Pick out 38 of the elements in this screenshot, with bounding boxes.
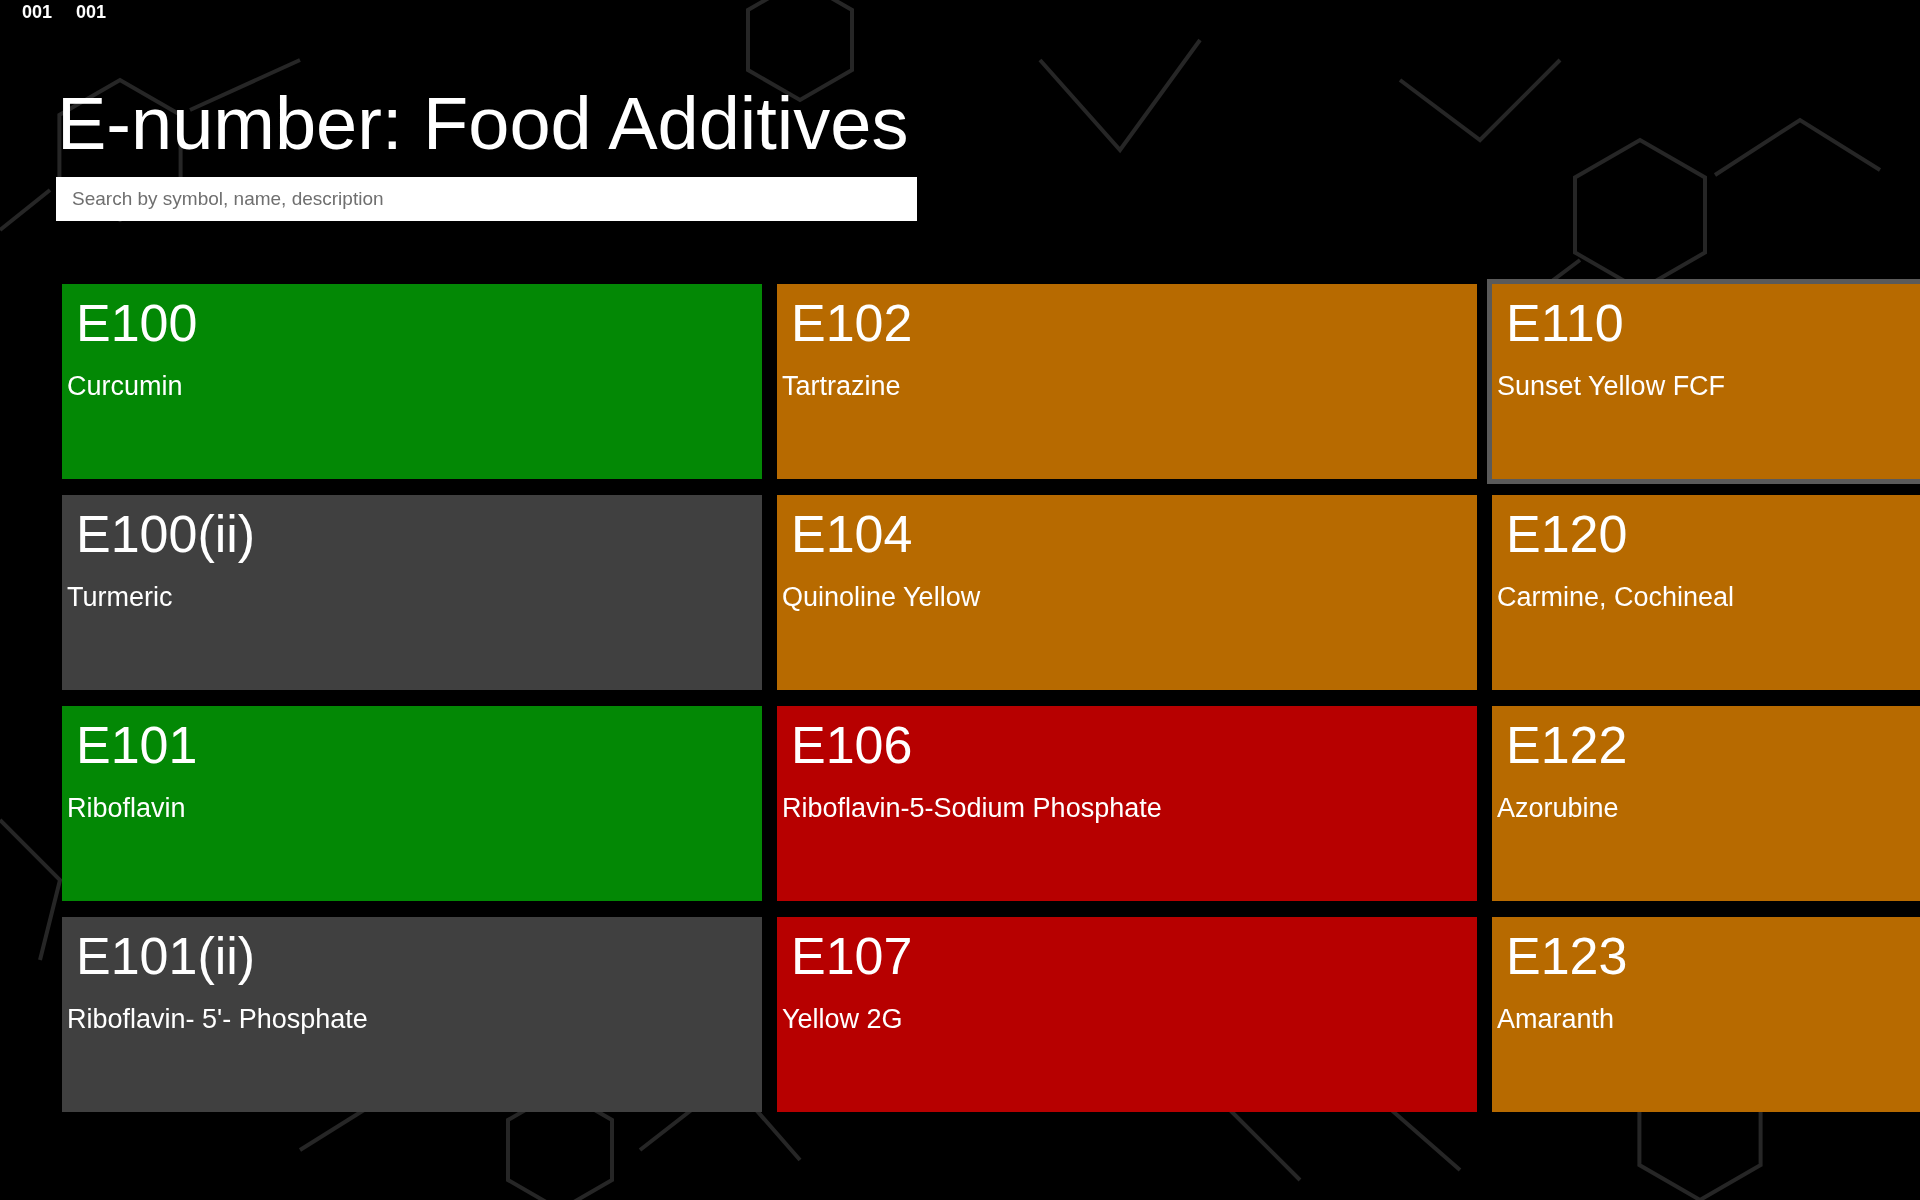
additive-name: Quinoline Yellow: [782, 584, 981, 611]
additive-name: Turmeric: [67, 584, 173, 611]
additive-tile[interactable]: E110 Sunset Yellow FCF: [1487, 279, 1920, 484]
e-number-code: E123: [1506, 930, 1628, 982]
additive-name: Yellow 2G: [782, 1006, 903, 1033]
search-field[interactable]: Search by symbol, name, description: [56, 177, 917, 221]
additive-tile[interactable]: E122 Azorubine: [1492, 706, 1920, 901]
e-number-code: E110: [1506, 297, 1624, 349]
page-title: E-number: Food Additives: [57, 87, 909, 161]
counter-text: 001: [76, 3, 107, 21]
additive-name: Riboflavin: [67, 795, 186, 822]
additive-tile[interactable]: E107 Yellow 2G: [777, 917, 1477, 1112]
additive-name: Tartrazine: [782, 373, 901, 400]
additive-tile[interactable]: E120 Carmine, Cochineal: [1492, 495, 1920, 690]
e-number-code: E104: [791, 508, 913, 560]
additive-name: Sunset Yellow FCF: [1497, 373, 1726, 400]
additive-name: Carmine, Cochineal: [1497, 584, 1735, 611]
e-number-code: E122: [1506, 719, 1628, 771]
e-number-code: E120: [1506, 508, 1628, 560]
additive-name: Riboflavin- 5'- Phosphate: [67, 1006, 368, 1033]
additive-tile[interactable]: E104 Quinoline Yellow: [777, 495, 1477, 690]
counter-text: 001: [22, 3, 53, 21]
e-number-code: E100: [76, 297, 198, 349]
additive-name: Amaranth: [1497, 1006, 1615, 1033]
additive-name: Azorubine: [1497, 795, 1619, 822]
e-number-code: E102: [791, 297, 913, 349]
additive-tile[interactable]: E100 Curcumin: [62, 284, 762, 479]
additive-tile[interactable]: E123 Amaranth: [1492, 917, 1920, 1112]
additive-tile[interactable]: E106 Riboflavin-5-Sodium Phosphate: [777, 706, 1477, 901]
additive-name: Riboflavin-5-Sodium Phosphate: [782, 795, 1162, 822]
additive-tile[interactable]: E101 Riboflavin: [62, 706, 762, 901]
additive-tile[interactable]: E100(ii) Turmeric: [62, 495, 762, 690]
e-number-code: E101: [76, 719, 198, 771]
additive-name: Curcumin: [67, 373, 183, 400]
additive-tile[interactable]: E102 Tartrazine: [777, 284, 1477, 479]
e-number-code: E107: [791, 930, 913, 982]
e-number-code: E106: [791, 719, 913, 771]
additive-tile[interactable]: E101(ii) Riboflavin- 5'- Phosphate: [62, 917, 762, 1112]
